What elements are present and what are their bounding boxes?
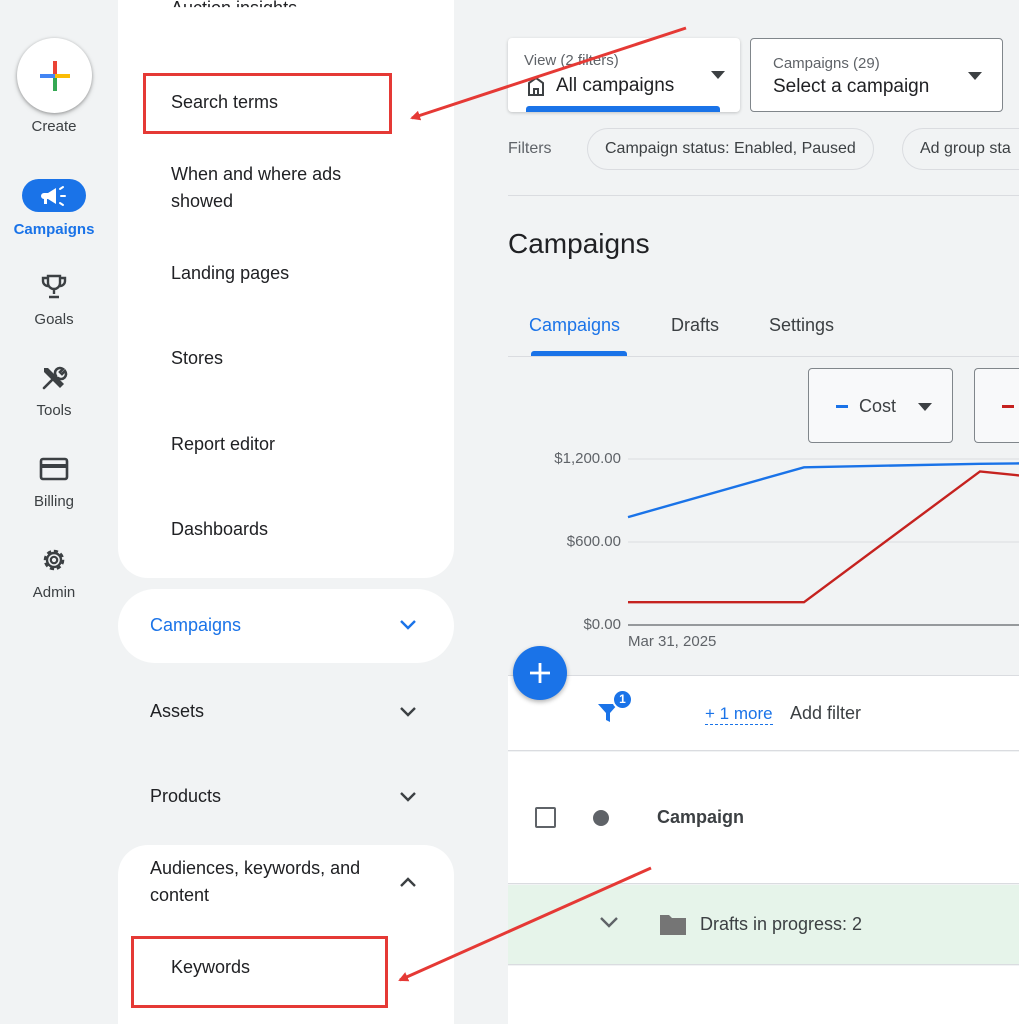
caret-down-icon xyxy=(711,71,725,79)
chevron-up-icon[interactable] xyxy=(398,875,418,889)
rail-item-admin[interactable]: Admin xyxy=(0,545,108,605)
column-header-campaign[interactable]: Campaign xyxy=(657,807,744,828)
active-indicator xyxy=(526,106,720,112)
campaign-dropdown-value: Select a campaign xyxy=(773,76,930,97)
nav-item-landing-pages[interactable]: Landing pages xyxy=(171,260,289,287)
table-body xyxy=(508,966,1019,1024)
nav-item-dashboards[interactable]: Dashboards xyxy=(171,516,268,543)
metric-label: Cost xyxy=(859,396,897,416)
select-all-checkbox[interactable] xyxy=(535,807,556,828)
filters-label: Filters xyxy=(508,140,552,157)
nav-section-label: Campaigns xyxy=(150,615,242,635)
add-filter-button[interactable]: Add filter xyxy=(790,703,861,724)
highlight-box-keywords xyxy=(131,936,388,1008)
filter-chip-ad-group[interactable]: Ad group sta xyxy=(902,128,1019,170)
plus-icon xyxy=(39,60,70,91)
more-filters-link[interactable]: + 1 more xyxy=(705,704,773,725)
y-axis-tick-label: $0.00 xyxy=(583,616,621,633)
left-rail: Create Campaigns Goals Tools Billing Adm… xyxy=(0,0,108,1024)
megaphone-icon xyxy=(22,179,86,212)
table-header-row: Campaign xyxy=(508,752,1019,884)
view-dropdown[interactable]: View (2 filters) All campaigns xyxy=(508,38,740,112)
metric-selector-second[interactable] xyxy=(974,368,1019,443)
rail-item-label: Campaigns xyxy=(13,221,95,238)
folder-icon xyxy=(660,915,686,935)
series-line-0 xyxy=(627,462,1019,519)
nav-item-stores[interactable]: Stores xyxy=(171,345,223,372)
caret-down-icon xyxy=(968,72,982,80)
nav-section-products[interactable]: Products xyxy=(118,764,454,824)
add-campaign-fab[interactable] xyxy=(513,646,567,700)
highlight-box-search-terms xyxy=(143,73,392,134)
y-axis-tick-label: $600.00 xyxy=(566,533,621,550)
caret-down-icon xyxy=(918,403,932,411)
chevron-down-icon xyxy=(400,792,416,802)
create-button[interactable] xyxy=(17,38,92,113)
tools-icon xyxy=(42,366,68,390)
series-line-1 xyxy=(628,470,1019,604)
view-dropdown-value: All campaigns xyxy=(556,75,675,96)
status-dot-icon xyxy=(593,810,609,826)
rail-item-goals[interactable]: Goals xyxy=(0,272,108,332)
create-label: Create xyxy=(31,118,77,135)
nav-item-report-editor[interactable]: Report editor xyxy=(171,431,275,458)
chevron-down-icon xyxy=(600,917,618,928)
chevron-down-icon xyxy=(400,620,416,630)
drafts-row[interactable]: Drafts in progress: 2 xyxy=(508,885,1019,965)
nav-section-assets[interactable]: Assets xyxy=(118,678,454,738)
gear-icon xyxy=(43,549,65,571)
divider xyxy=(508,356,1019,357)
campaign-dropdown-label: Campaigns (29) xyxy=(773,55,880,72)
trophy-icon xyxy=(41,274,67,299)
rail-item-label: Tools xyxy=(36,402,72,419)
rail-item-campaigns[interactable]: Campaigns xyxy=(0,175,108,240)
drafts-row-label: Drafts in progress: 2 xyxy=(700,914,863,934)
x-axis-tick-label: Mar 31, 2025 xyxy=(628,633,717,650)
table-filter-bar: 1 + 1 more Add filter xyxy=(508,675,1019,751)
nav-item-auction-insights[interactable]: Auction insights xyxy=(171,0,297,7)
chevron-down-icon xyxy=(400,707,416,717)
view-dropdown-label: View (2 filters) xyxy=(524,52,619,69)
page-title: Campaigns xyxy=(508,228,650,259)
tab-settings[interactable]: Settings xyxy=(769,315,834,336)
nav-section-campaigns[interactable]: Campaigns xyxy=(118,589,454,663)
filter-count-badge: 1 xyxy=(612,689,633,710)
divider xyxy=(508,195,1019,196)
nav-section-label: Assets xyxy=(150,701,205,721)
rail-item-label: Admin xyxy=(32,584,76,601)
nav-item-when-where[interactable]: When and where ads showed xyxy=(171,161,401,215)
rail-item-tools[interactable]: Tools xyxy=(0,363,108,423)
nav-section-label[interactable]: Audiences, keywords, and content xyxy=(150,855,400,909)
rail-item-billing[interactable]: Billing xyxy=(0,454,108,514)
rail-item-label: Goals xyxy=(34,311,74,328)
building-icon xyxy=(528,76,544,96)
rail-item-label: Billing xyxy=(33,493,75,510)
filter-chip-campaign-status[interactable]: Campaign status: Enabled, Paused xyxy=(587,128,874,170)
metric-selector-cost[interactable]: Cost xyxy=(808,368,953,443)
credit-card-icon xyxy=(39,457,69,481)
plus-icon xyxy=(530,663,550,683)
series-swatch xyxy=(1002,405,1014,408)
tab-drafts[interactable]: Drafts xyxy=(671,315,719,336)
tab-campaigns[interactable]: Campaigns xyxy=(529,315,620,336)
series-swatch xyxy=(836,405,848,408)
y-axis-tick-label: $1,200.00 xyxy=(554,450,621,467)
nav-section-label: Products xyxy=(150,786,222,806)
campaign-dropdown[interactable]: Campaigns (29) Select a campaign xyxy=(750,38,1003,112)
